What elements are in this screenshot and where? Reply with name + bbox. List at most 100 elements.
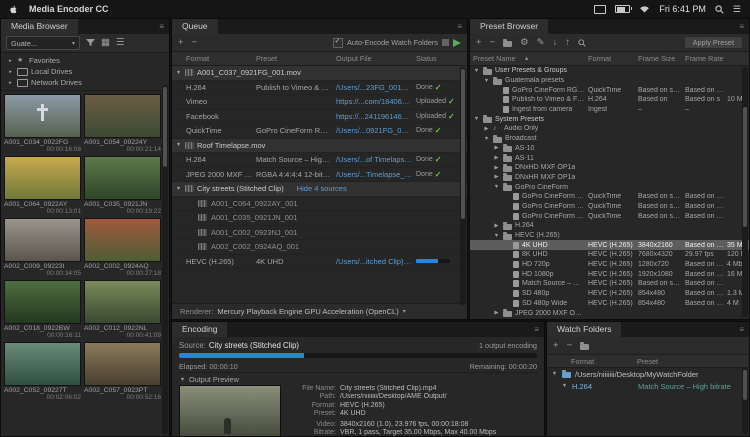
auto-encode-checkbox[interactable] xyxy=(333,38,343,48)
twirl-icon[interactable]: ▼ xyxy=(473,68,480,74)
column-status[interactable]: Status xyxy=(416,54,460,63)
output-format-link[interactable]: H.264 xyxy=(172,155,256,164)
output-file-link[interactable]: https://...com/184066142 xyxy=(336,97,416,106)
renderer-select[interactable]: Mercury Playback Engine GPU Acceleration… xyxy=(217,307,398,316)
media-clip[interactable]: A001_C034_0922FG 00:00:16:08 xyxy=(4,94,81,153)
watch-output-row[interactable]: ▼ H.264 Match Source – High bitrate xyxy=(547,380,749,392)
stop-queue-button[interactable] xyxy=(442,39,449,46)
twirl-icon[interactable]: ▼ xyxy=(473,116,480,122)
media-clip[interactable]: A002_C012_0922NL 00:00:41:09 xyxy=(84,280,161,339)
output-format-link[interactable]: HEVC (H.265) xyxy=(172,257,256,266)
preset-row[interactable]: ▶ MPEG-2 xyxy=(470,318,749,319)
output-format-link[interactable]: QuickTime xyxy=(172,126,256,135)
clip-thumbnail[interactable] xyxy=(84,94,161,138)
column-frame-rate[interactable]: Frame Rate xyxy=(685,54,727,63)
output-preset-link[interactable]: Match Source – High bitr... xyxy=(256,155,336,164)
twirl-icon[interactable]: ▶ xyxy=(493,155,500,161)
preset-row[interactable]: 8K UHD HEVC (H.265) 7680x4320 29.97 fps … xyxy=(470,250,749,260)
media-clip[interactable]: A002_C057_0923PT 00:00:52:16 xyxy=(84,342,161,401)
tree-item[interactable]: ▸ ★ Favorites xyxy=(1,55,169,66)
column-preset-name[interactable]: Preset Name ▲ xyxy=(470,54,588,63)
tree-item[interactable]: ▸ Local Drives xyxy=(1,66,169,77)
export-preset-icon[interactable]: ↑ xyxy=(565,38,570,48)
column-format[interactable]: Format xyxy=(588,54,638,63)
queue-subsource-row[interactable]: A002_C002_0924AQ_001 xyxy=(172,240,467,255)
twirl-icon[interactable]: ▼ xyxy=(493,184,500,190)
preset-row[interactable]: GoPro CineForm RGB 12-bit with alpha (Al… xyxy=(470,85,749,95)
panel-menu-icon[interactable]: ≡ xyxy=(529,322,544,337)
output-preset-link[interactable]: RGBA 4:4:4:4 12-bit (BC... xyxy=(256,170,336,179)
queue-output-row[interactable]: H.264 Publish to Vimeo & Facebook /Users… xyxy=(172,81,467,96)
twirl-icon[interactable]: ▶ xyxy=(493,223,500,229)
tab-encoding[interactable]: Encoding xyxy=(172,322,227,337)
twirl-icon[interactable]: ▶ xyxy=(493,165,500,171)
twirl-icon[interactable]: ▼ xyxy=(175,70,182,76)
column-output-file[interactable]: Output File xyxy=(336,54,416,63)
wifi-icon[interactable] xyxy=(639,5,650,13)
tree-item[interactable]: ▸ Network Drives xyxy=(1,77,169,88)
output-preset-link[interactable]: GoPro CineForm RGB 12... xyxy=(256,126,336,135)
app-menu-title[interactable]: Media Encoder CC xyxy=(29,4,109,14)
preset-row[interactable]: Publish to Vimeo & Facebook H.264 Based … xyxy=(470,95,749,105)
remove-button[interactable]: − xyxy=(192,38,198,48)
add-watch-folder-button[interactable]: + xyxy=(553,341,559,351)
twirl-icon[interactable]: ▼ xyxy=(551,371,558,377)
column-preset[interactable]: Preset xyxy=(637,357,658,366)
output-format-link[interactable]: H.264 xyxy=(172,83,256,92)
twirl-icon[interactable]: ▶ xyxy=(493,145,500,151)
tab-preset-browser[interactable]: Preset Browser xyxy=(470,19,548,34)
queue-encoding-row[interactable]: HEVC (H.265) 4K UHD /Users/...itched Cli… xyxy=(172,255,467,270)
new-preset-button[interactable]: + xyxy=(476,38,482,48)
preset-row[interactable]: Ingest from camera Ingest – – xyxy=(470,105,749,115)
output-preset-link[interactable]: Publish to Vimeo & Facebook xyxy=(256,83,336,92)
queue-source-row[interactable]: ▼ A001_C037_0921FG_001.mov xyxy=(172,66,467,81)
media-clip[interactable]: A001_C064_0922AY 00:00:13:01 xyxy=(4,156,81,215)
media-clip[interactable]: A002_C009_09223I 00:00:34:05 xyxy=(4,218,81,277)
output-file-link[interactable]: /Users/...0921FG_001.mov xyxy=(336,126,416,135)
tab-media-browser[interactable]: Media Browser xyxy=(1,19,78,34)
preset-row[interactable]: SD 480p Wide HEVC (H.265) 854x480 Based … xyxy=(470,299,749,309)
preset-row[interactable]: ▶ H.264 xyxy=(470,221,749,231)
preset-row[interactable]: ▶ JPEG 2000 MXF OP1a xyxy=(470,308,749,318)
media-clip[interactable]: A001_C054_09224Y 00:00:21:14 xyxy=(84,94,161,153)
watch-output-format[interactable]: H.264 xyxy=(572,382,634,391)
remove-watch-folder-button[interactable]: − xyxy=(567,341,573,351)
clip-thumbnail[interactable] xyxy=(84,218,161,262)
preset-row[interactable]: GoPro CineForm RGB 12-bit with alpha Qui… xyxy=(470,192,749,202)
preset-row[interactable]: ▶ DNxHR MXF OP1a xyxy=(470,173,749,183)
clip-thumbnail[interactable] xyxy=(4,342,81,386)
panel-menu-icon[interactable]: ≡ xyxy=(154,19,169,34)
preset-row[interactable]: ▼ User Presets & Groups xyxy=(470,66,749,76)
clip-thumbnail[interactable] xyxy=(4,156,81,200)
queue-output-row[interactable]: H.264 Match Source – High bitr... /Users… xyxy=(172,153,467,168)
add-source-button[interactable]: + xyxy=(178,38,184,48)
watch-output-preset[interactable]: Match Source – High bitrate xyxy=(638,382,731,391)
watch-scrollbar[interactable] xyxy=(742,368,748,434)
list-view-icon[interactable]: ☰ xyxy=(116,38,125,48)
twirl-icon[interactable]: ▼ xyxy=(493,233,500,239)
clip-thumbnail[interactable] xyxy=(84,156,161,200)
preset-row[interactable]: Match Source – High Bitrate HEVC (H.265)… xyxy=(470,279,749,289)
filter-icon[interactable] xyxy=(86,39,95,47)
media-clip[interactable]: A002_C002_0924AQ 00:00:27:18 xyxy=(84,218,161,277)
folder-icon[interactable] xyxy=(580,342,589,350)
preset-scrollbar[interactable] xyxy=(742,67,748,317)
preset-row[interactable]: ▼ System Presets xyxy=(470,114,749,124)
panel-menu-icon[interactable]: ≡ xyxy=(734,322,749,337)
search-icon[interactable] xyxy=(578,39,586,47)
twirl-icon[interactable]: ▸ xyxy=(7,80,14,86)
twirl-icon[interactable]: ▼ xyxy=(561,383,568,389)
panel-menu-icon[interactable]: ≡ xyxy=(452,19,467,34)
queue-source-row[interactable]: ▼ Roof Timelapse.mov xyxy=(172,139,467,154)
output-preview-toggle[interactable]: ▼ Output Preview xyxy=(179,374,537,385)
delete-preset-button[interactable]: − xyxy=(490,38,496,48)
preset-row[interactable]: ▼ HEVC (H.265) xyxy=(470,231,749,241)
apple-menu-icon[interactable] xyxy=(9,4,18,15)
clip-thumbnail[interactable] xyxy=(84,280,161,324)
new-group-icon[interactable] xyxy=(503,39,512,47)
queue-output-row[interactable]: Vimeo https://...com/184066142 Uploaded … xyxy=(172,95,467,110)
start-queue-button[interactable] xyxy=(453,39,461,47)
column-preset[interactable]: Preset xyxy=(256,54,336,63)
apply-preset-button[interactable]: Apply Preset xyxy=(684,36,743,49)
preset-row[interactable]: SD 480p HEVC (H.265) 854x480 Based on so… xyxy=(470,289,749,299)
